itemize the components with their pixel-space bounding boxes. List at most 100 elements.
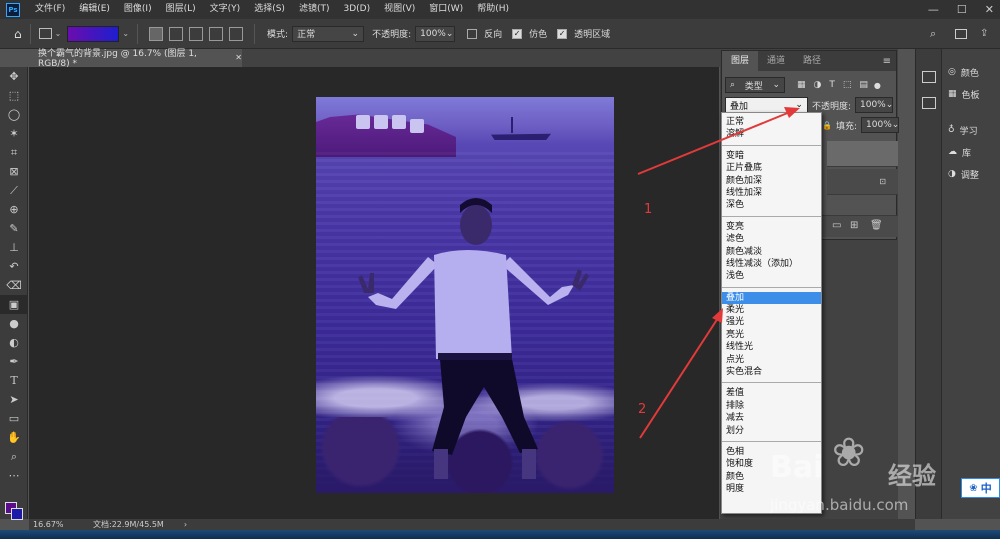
close-window-button[interactable]: ✕ (985, 0, 994, 19)
marquee-tool-icon[interactable]: ⬚ (0, 86, 28, 105)
blend-option[interactable]: 点光 (722, 354, 821, 366)
blend-option[interactable]: 颜色减淡 (722, 246, 821, 258)
workspace-icon[interactable] (955, 28, 967, 39)
gradient-tool-icon[interactable]: ▣ (0, 295, 28, 314)
menu-layer[interactable]: 图层(L) (159, 0, 203, 19)
chevron-right-icon[interactable]: › (184, 520, 187, 529)
blend-option[interactable]: 减去 (722, 412, 821, 424)
lock-icon[interactable]: 🔒 (822, 121, 832, 130)
menu-edit[interactable]: 编辑(E) (72, 0, 117, 19)
blend-option[interactable]: 溶解 (722, 128, 821, 140)
lasso-tool-icon[interactable]: ◯ (0, 105, 28, 124)
blend-option[interactable]: 线性光 (722, 341, 821, 353)
menu-window[interactable]: 窗口(W) (422, 0, 470, 19)
menu-image[interactable]: 图像(I) (117, 0, 159, 19)
document-tab[interactable]: 换个霸气的背景.jpg @ 16.7% (图层 1, RGB/8) * ✕ (30, 49, 242, 69)
fill-field[interactable]: 100% ⌄ (861, 117, 899, 133)
pixel-filter-icon[interactable]: ▦ (797, 80, 806, 90)
path-selection-tool-icon[interactable]: ➤ (0, 390, 28, 409)
tab-channels[interactable]: 通道 (758, 51, 794, 71)
menu-view[interactable]: 视图(V) (377, 0, 422, 19)
blend-option[interactable]: 滤色 (722, 233, 821, 245)
shape-filter-icon[interactable]: ⬚ (843, 80, 852, 90)
eraser-tool-icon[interactable]: ⌫ (0, 276, 28, 295)
menu-filter[interactable]: 滤镜(T) (292, 0, 337, 19)
blend-option[interactable]: 柔光 (722, 304, 821, 316)
dock-item-adjustments[interactable]: ◑ 调整 (942, 163, 1000, 185)
ime-indicator[interactable]: ❀ 中 (961, 478, 1000, 498)
zoom-level[interactable]: 16.67% (33, 520, 83, 529)
layer-row[interactable]: ⊡ (827, 169, 898, 195)
diamond-gradient-button[interactable] (229, 26, 244, 41)
histogram-icon[interactable] (922, 97, 936, 109)
minimize-button[interactable]: — (928, 0, 939, 19)
blend-option-selected[interactable]: 叠加 (722, 291, 821, 305)
dither-checkbox[interactable]: ✓ (512, 28, 523, 39)
linear-gradient-button[interactable] (149, 26, 164, 41)
new-layer-icon[interactable]: ⊞ (850, 220, 858, 231)
blend-option[interactable]: 颜色加深 (722, 175, 821, 187)
panel-menu-icon[interactable]: ≡ (883, 56, 891, 67)
filter-toggle-icon[interactable]: ● (874, 81, 881, 90)
rectangle-tool-icon[interactable]: ▭ (0, 409, 28, 428)
blend-option[interactable]: 强光 (722, 316, 821, 328)
dock-item-color[interactable]: ◎ 颜色 (942, 61, 1000, 83)
blend-option[interactable]: 实色混合 (722, 366, 821, 378)
delete-layer-icon[interactable]: 🗑 (870, 220, 883, 231)
menu-file[interactable]: 文件(F) (28, 0, 72, 19)
gradient-swatch[interactable] (67, 25, 120, 42)
blend-option[interactable]: 排除 (722, 400, 821, 412)
transparency-checkbox[interactable]: ✓ (557, 28, 568, 39)
document-image[interactable] (316, 97, 614, 493)
blend-option[interactable]: 变暗 (722, 150, 821, 162)
blend-option[interactable]: 正常 (722, 116, 821, 128)
menu-type[interactable]: 文字(Y) (203, 0, 248, 19)
home-icon[interactable]: ⌂ (14, 27, 22, 41)
menu-help[interactable]: 帮助(H) (470, 0, 516, 19)
blend-option[interactable]: 正片叠底 (722, 162, 821, 174)
zoom-tool-icon[interactable]: ⌕ (0, 447, 28, 466)
healing-brush-tool-icon[interactable]: ⊕ (0, 200, 28, 219)
properties-icon[interactable] (922, 71, 936, 83)
pen-tool-icon[interactable]: ✒ (0, 352, 28, 371)
search-icon[interactable]: ⌕ (930, 27, 936, 41)
close-tab-icon[interactable]: ✕ (235, 53, 242, 62)
crop-tool-icon[interactable]: ⌗ (0, 143, 28, 162)
blend-option[interactable]: 深色 (722, 199, 821, 211)
blur-tool-icon[interactable]: ● (0, 314, 28, 333)
blend-option[interactable]: 亮光 (722, 329, 821, 341)
menu-select[interactable]: 选择(S) (247, 0, 292, 19)
share-icon[interactable]: ⇪ (980, 28, 988, 39)
chevron-down-icon[interactable]: ⌄ (55, 29, 62, 38)
radial-gradient-button[interactable] (169, 26, 184, 41)
new-group-icon[interactable]: ▭ (832, 220, 841, 231)
tab-layers[interactable]: 图层 (722, 51, 759, 71)
type-filter-icon[interactable]: T (829, 80, 835, 90)
tab-paths[interactable]: 路径 (794, 51, 830, 71)
mode-dropdown[interactable]: 正常 ⌄ (292, 25, 365, 42)
brush-tool-icon[interactable]: ✎ (0, 219, 28, 238)
chevron-down-icon[interactable]: ⌄ (122, 29, 129, 38)
reflected-gradient-button[interactable] (209, 26, 224, 41)
layer-filter-dropdown[interactable]: ⌕ 类型 ⌄ (725, 77, 785, 93)
dock-item-learn[interactable]: ♁ 学习 (942, 119, 1000, 141)
frame-tool-icon[interactable]: ⊠ (0, 162, 28, 181)
magic-wand-tool-icon[interactable]: ✶ (0, 124, 28, 143)
move-tool-icon[interactable]: ✥ (0, 67, 28, 86)
dock-item-swatches[interactable]: ▦ 色板 (942, 83, 1000, 105)
more-tools-icon[interactable]: ⋯ (0, 466, 28, 485)
eyedropper-tool-icon[interactable]: ⟋ (0, 181, 28, 200)
background-color-swatch[interactable] (11, 508, 23, 520)
dock-item-libraries[interactable]: ☁ 库 (942, 141, 1000, 163)
dodge-tool-icon[interactable]: ◐ (0, 333, 28, 352)
reverse-checkbox[interactable] (467, 28, 478, 39)
tool-preset-icon[interactable] (38, 28, 52, 39)
hand-tool-icon[interactable]: ✋ (0, 428, 28, 447)
layer-row[interactable] (827, 141, 898, 167)
blend-option[interactable]: 浅色 (722, 270, 821, 282)
blend-option[interactable]: 线性减淡（添加） (722, 258, 821, 270)
smart-object-filter-icon[interactable]: ▤ (859, 80, 868, 90)
menu-3d[interactable]: 3D(D) (336, 0, 377, 19)
maximize-button[interactable]: ☐ (957, 0, 967, 19)
angle-gradient-button[interactable] (189, 26, 204, 41)
